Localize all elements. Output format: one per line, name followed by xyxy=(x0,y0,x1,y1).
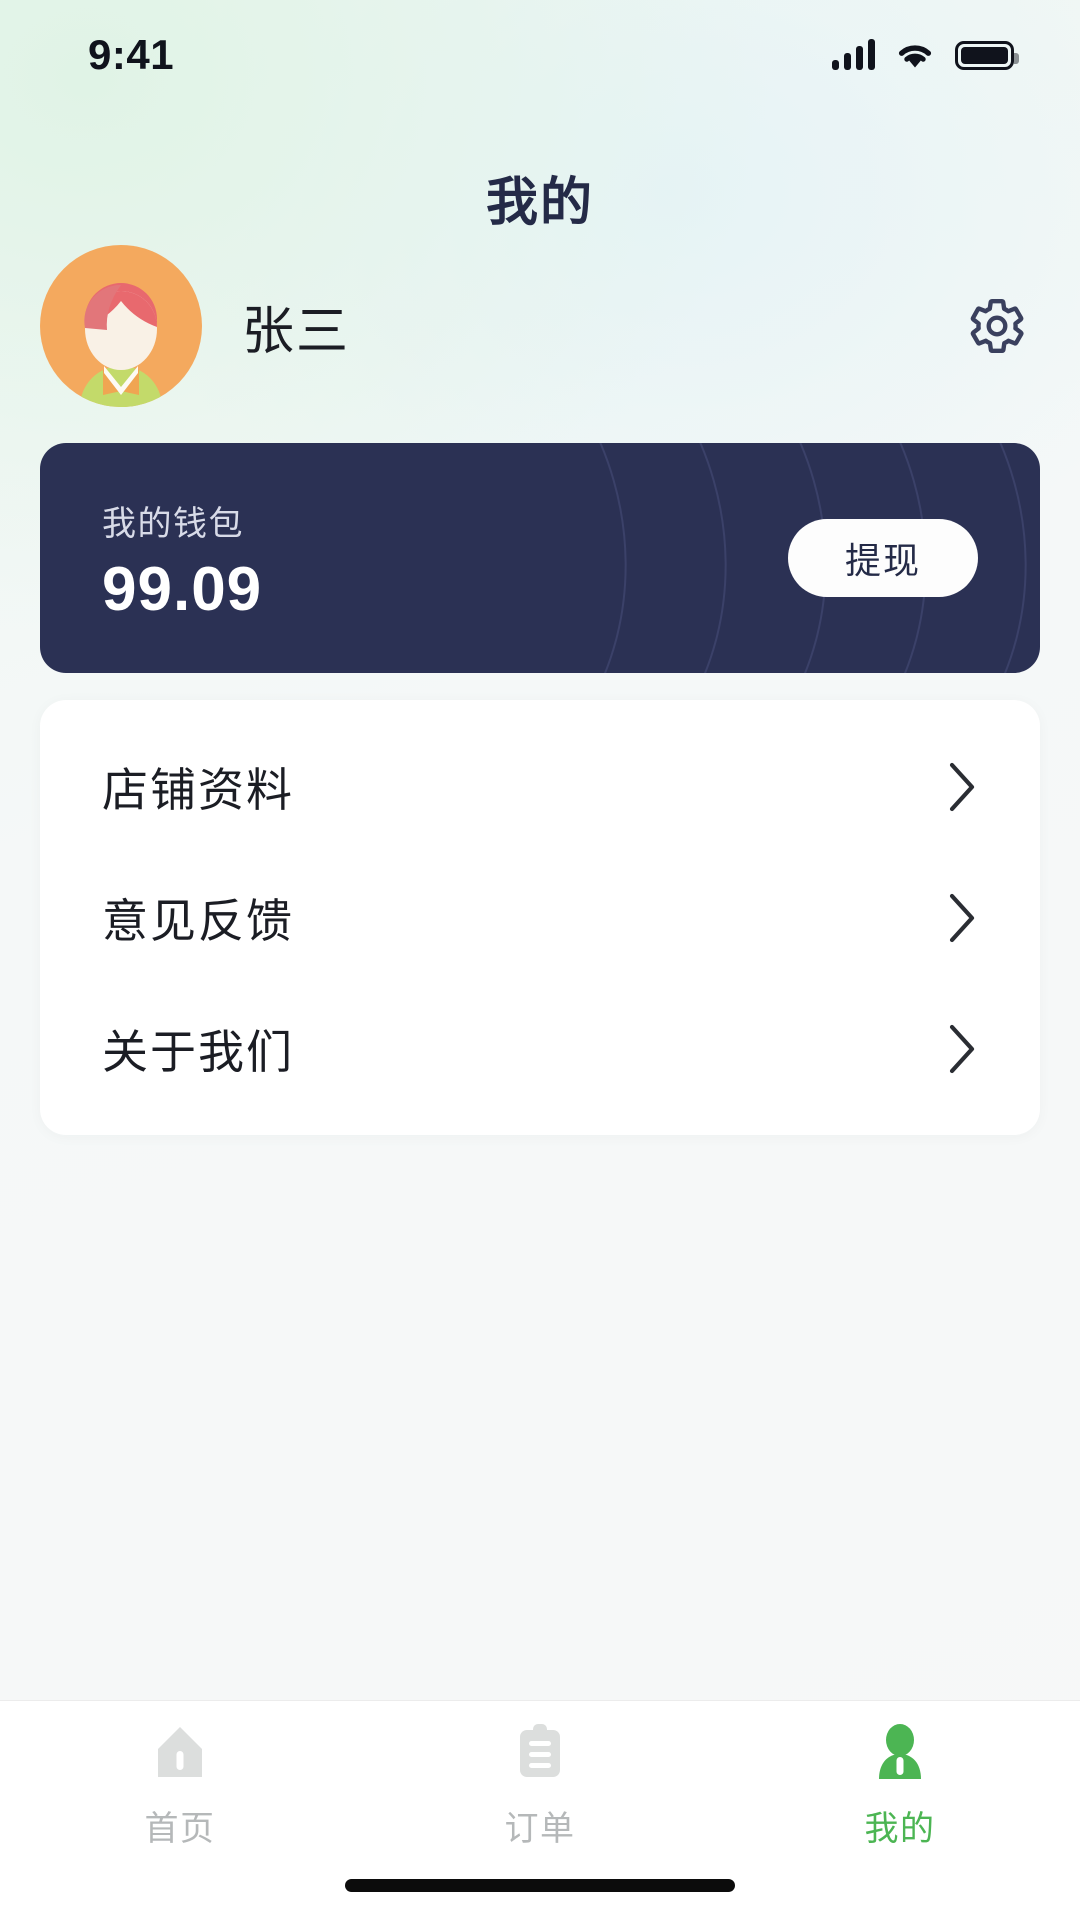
chevron-right-icon xyxy=(949,1024,975,1073)
tab-label: 订单 xyxy=(504,1810,576,1848)
bottom-tab-bar: 首页 订单 我的 xyxy=(0,1700,1080,1920)
home-icon xyxy=(149,1719,211,1785)
menu-item-feedback[interactable]: 意见反馈 xyxy=(40,852,1040,983)
home-indicator xyxy=(345,1879,735,1892)
withdraw-button[interactable]: 提现 xyxy=(788,519,978,597)
battery-full-icon xyxy=(955,40,1019,70)
chevron-right-icon xyxy=(949,762,975,811)
status-bar: 9:41 xyxy=(0,0,1080,110)
tab-label: 我的 xyxy=(864,1810,936,1848)
tab-profile[interactable]: 我的 xyxy=(720,1701,1080,1850)
menu-item-label: 意见反馈 xyxy=(102,894,294,947)
status-bar-icons xyxy=(831,39,1019,70)
tab-label: 首页 xyxy=(144,1810,216,1848)
user-avatar-illustration[interactable] xyxy=(40,245,202,407)
status-bar-time: 9:41 xyxy=(88,31,175,78)
chevron-right-icon xyxy=(949,893,975,942)
wifi-icon xyxy=(898,45,932,68)
signal-bars-icon xyxy=(831,39,875,70)
menu-card: 店铺资料 意见反馈 关于我们 xyxy=(40,700,1040,1135)
menu-item-about-us[interactable]: 关于我们 xyxy=(40,983,1040,1114)
menu-item-store-info[interactable]: 店铺资料 xyxy=(40,721,1040,852)
menu-item-label: 关于我们 xyxy=(102,1025,294,1078)
clipboard-order-icon xyxy=(509,1719,571,1785)
wallet-info: 我的钱包 99.09 xyxy=(40,496,262,621)
wallet-card: 我的钱包 99.09 提现 xyxy=(40,443,1040,673)
tab-orders[interactable]: 订单 xyxy=(360,1701,720,1850)
person-profile-icon xyxy=(869,1719,931,1785)
profile-header: 张三 xyxy=(40,242,1040,410)
wallet-balance: 99.09 xyxy=(102,554,263,624)
user-name: 张三 xyxy=(242,302,351,361)
page-title: 我的 xyxy=(485,174,594,232)
wallet-label: 我的钱包 xyxy=(102,504,244,543)
settings-button[interactable] xyxy=(954,283,1040,369)
tab-home[interactable]: 首页 xyxy=(0,1701,360,1850)
menu-item-label: 店铺资料 xyxy=(102,763,294,816)
gear-icon xyxy=(970,298,1024,354)
